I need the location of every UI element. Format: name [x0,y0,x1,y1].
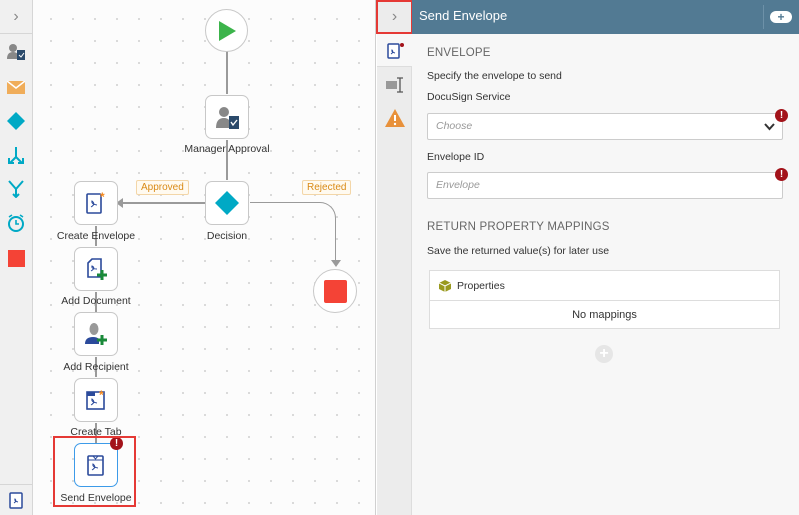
divider [0,33,32,34]
workflow-canvas[interactable]: Manager Approval Decision Approved Rejec… [33,0,376,515]
user-task-icon [216,107,239,129]
chevron-down-icon [764,123,775,131]
chevron-right-icon: › [391,8,398,25]
panel-title: Send Envelope [419,8,508,23]
edge-label-approved: Approved [136,180,189,195]
node-label: Add Recipient [63,361,129,373]
properties-panel: ENVELOPE Specify the envelope to send Do… [412,34,799,515]
node-add-recipient[interactable] [74,312,118,356]
svg-text:*: * [99,388,104,402]
decision-icon[interactable] [6,111,26,131]
empty-message: No mappings [572,309,637,321]
select-placeholder: Choose [436,120,473,132]
edge-label-rejected: Rejected [302,180,352,195]
svg-text:*: * [100,190,105,204]
play-icon [218,20,236,41]
create-tab-icon: * [86,388,105,410]
tab-warnings[interactable] [385,109,405,130]
edge-approved [119,202,205,204]
merge-icon[interactable] [6,179,26,199]
selection-highlight [53,436,136,507]
start-node[interactable] [205,9,248,52]
node-manager-approval[interactable] [205,95,249,139]
add-mapping-button[interactable]: + [595,345,613,363]
add-document-icon [87,258,107,280]
email-icon[interactable] [6,77,26,97]
decision-icon [215,191,239,215]
node-label: Add Document [61,295,131,307]
node-create-tab[interactable]: * [74,378,118,422]
timer-icon[interactable] [6,213,26,233]
field-label: Envelope ID [427,151,485,163]
split-icon[interactable] [6,145,26,165]
user-task-icon[interactable] [6,42,26,62]
section-description: Save the returned value(s) for later use [427,245,610,257]
node-label: Manager Approval [184,143,270,155]
docusign-service-select[interactable]: Choose [427,113,783,140]
divider [0,484,32,485]
tab-properties[interactable] [377,34,412,67]
edge [226,51,228,94]
add-recipient-icon [85,323,107,345]
panel-tabs [377,0,412,515]
properties-header: Properties [430,271,779,301]
arrow-icon [331,260,341,267]
send-envelope-icon [387,43,404,59]
docusign-icon[interactable] [6,490,26,510]
collapse-panel-button[interactable]: › [376,0,413,34]
stop-icon [323,279,347,303]
text-field-icon [386,77,403,93]
cube-icon [439,280,451,292]
node-add-document[interactable] [74,247,118,291]
node-label: Decision [206,230,248,242]
node-create-envelope[interactable]: * [74,181,118,225]
stop-node[interactable] [313,269,357,313]
node-label: Create Envelope [56,230,136,242]
field-label: DocuSign Service [427,91,511,103]
panel-header: Send Envelope + [412,0,799,34]
properties-label: Properties [457,280,505,292]
toolbar: › [0,0,33,515]
error-icon: ! [775,168,788,181]
warning-icon [385,109,405,127]
expand-panel-button[interactable]: + [770,11,792,23]
input-placeholder: Envelope [436,179,480,191]
divider [763,5,764,29]
section-heading: RETURN PROPERTY MAPPINGS [427,221,610,233]
stop-icon[interactable] [6,248,26,268]
expand-chevron-icon[interactable]: › [6,7,26,27]
create-envelope-icon: * [86,190,105,214]
error-icon: ! [775,109,788,122]
section-description: Specify the envelope to send [427,70,562,82]
properties-table: Properties No mappings [429,270,780,329]
tab-input-mapping[interactable] [385,76,405,97]
node-decision[interactable] [205,181,249,225]
envelope-id-input[interactable]: Envelope [427,172,783,199]
section-heading: ENVELOPE [427,47,491,59]
